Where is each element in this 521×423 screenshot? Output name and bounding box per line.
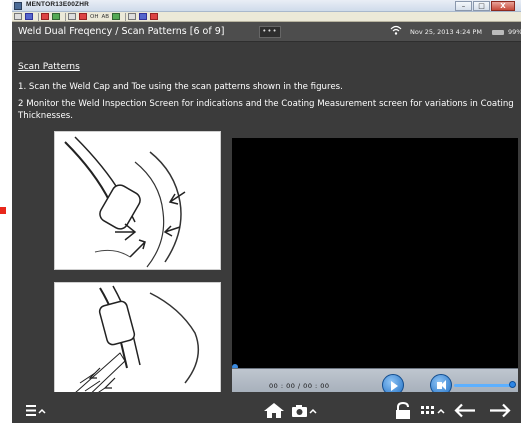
battery-percent: 99% bbox=[508, 28, 521, 36]
maximize-button[interactable]: □ bbox=[473, 1, 490, 11]
toolbar-icon-10[interactable] bbox=[150, 13, 159, 20]
toolbar-divider bbox=[38, 12, 39, 21]
toolbar-divider bbox=[125, 12, 127, 21]
toolbar-icon-8[interactable] bbox=[128, 13, 137, 20]
date-time: Nov 25, 2013 4:24 PM bbox=[410, 28, 482, 36]
toolbar-divider bbox=[65, 12, 66, 21]
toolbar-icon-1[interactable] bbox=[14, 13, 22, 20]
play-icon bbox=[391, 381, 398, 391]
toolbar-text-a[interactable]: OH bbox=[90, 14, 98, 20]
grid-icon[interactable] bbox=[420, 402, 446, 419]
toolbar-icon-2[interactable] bbox=[25, 13, 33, 20]
scan-figure-weld-cap bbox=[54, 131, 221, 270]
close-button[interactable]: X bbox=[491, 1, 515, 11]
volume-slider-handle[interactable] bbox=[509, 381, 516, 388]
arrow-left-icon[interactable] bbox=[453, 402, 477, 419]
app-window: Weld Dual Freqency / Scan Patterns [6 of… bbox=[12, 22, 521, 423]
breadcrumb: Weld Dual Freqency / Scan Patterns [6 of… bbox=[18, 26, 225, 37]
speaker-cone-icon bbox=[441, 380, 446, 390]
toolbar-icon-7[interactable] bbox=[112, 13, 121, 20]
volume-slider[interactable] bbox=[454, 384, 512, 387]
more-menu-button[interactable]: ••• bbox=[259, 26, 281, 38]
toolbar-icon-9[interactable] bbox=[139, 13, 148, 20]
minimize-button[interactable]: – bbox=[455, 1, 472, 11]
side-marker bbox=[0, 207, 6, 214]
video-player[interactable] bbox=[232, 138, 518, 368]
toolbar-icon-4[interactable] bbox=[52, 13, 60, 20]
camera-icon[interactable] bbox=[291, 402, 317, 419]
window-titlebar: MENTOR13E00ZHR – □ X bbox=[12, 0, 521, 12]
toolbar-icon-6[interactable] bbox=[79, 13, 87, 20]
window-title: MENTOR13E00ZHR bbox=[26, 1, 90, 8]
battery-icon bbox=[492, 30, 504, 35]
app-icon bbox=[14, 2, 22, 10]
toolbar-icon-3[interactable] bbox=[41, 13, 49, 20]
scan-figure-weld-toe bbox=[54, 282, 221, 404]
toolbar-icon-5[interactable] bbox=[68, 13, 76, 20]
system-toolbar: OH AB bbox=[12, 12, 521, 22]
page-title: Scan Patterns bbox=[18, 62, 80, 72]
bottom-navigation-bar bbox=[12, 392, 521, 423]
window-controls: – □ X bbox=[454, 1, 515, 11]
app-header: Weld Dual Freqency / Scan Patterns [6 of… bbox=[12, 22, 521, 42]
instruction-step-2: 2 Monitor the Weld Inspection Screen for… bbox=[18, 99, 514, 121]
screen: MENTOR13E00ZHR – □ X OH AB Weld Dual Fre… bbox=[0, 0, 521, 423]
home-icon[interactable] bbox=[263, 402, 285, 419]
arrow-right-icon[interactable] bbox=[488, 402, 512, 419]
video-timecode: 00 : 00 / 00 : 00 bbox=[269, 382, 330, 390]
wifi-icon bbox=[390, 25, 402, 35]
lock-icon[interactable] bbox=[394, 402, 412, 419]
menu-icon[interactable] bbox=[26, 402, 48, 419]
instruction-step-1: 1. Scan the Weld Cap and Toe using the s… bbox=[18, 82, 343, 92]
toolbar-text-b[interactable]: AB bbox=[101, 14, 109, 20]
